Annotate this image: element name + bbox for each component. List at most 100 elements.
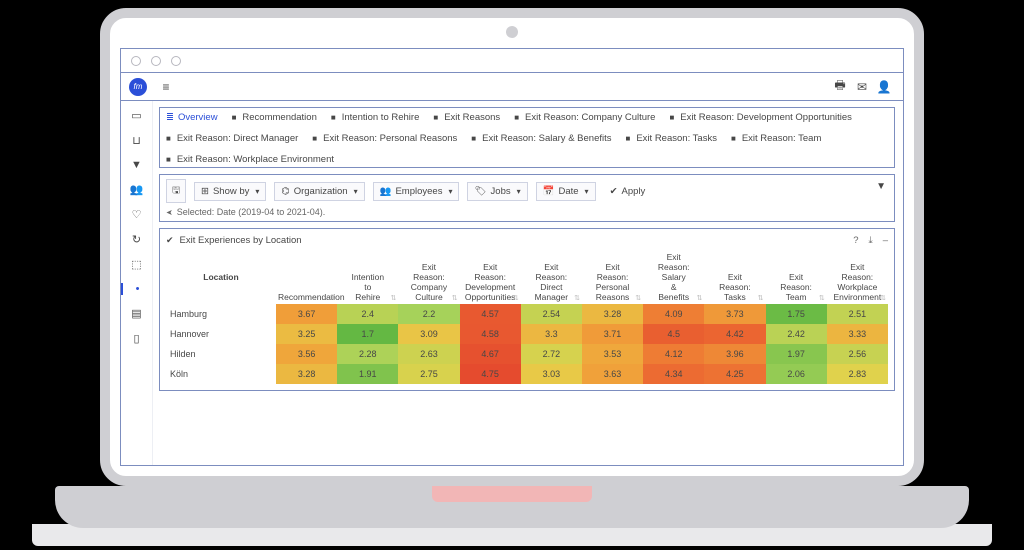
column-header[interactable]: ExitReason:DevelopmentOpportunities	[460, 250, 521, 304]
heat-cell: 4.42	[704, 324, 765, 344]
hamburger-icon[interactable]: ≡	[155, 80, 177, 94]
sidebar-item-1[interactable]: ⊔	[132, 134, 141, 147]
employees-dropdown[interactable]: 👥Employees	[373, 182, 460, 201]
app-window: fm ≡ 🖶 ✉ 👤 ▭ ⊔ ▼ 👥 ♡ ↻ ⬚ • ▤ ▯ Overview Recommenda…	[120, 48, 904, 466]
heat-cell: 4.25	[704, 364, 765, 384]
tab-exit-reasons[interactable]: Exit Reasons	[433, 112, 500, 123]
show-by-dropdown[interactable]: ⊞Show by	[194, 182, 266, 201]
folder-icon	[514, 112, 521, 123]
collapse-icon[interactable]: –	[883, 235, 888, 246]
tab-label: Exit Reason: Tasks	[636, 133, 717, 144]
window-close-dot[interactable]	[131, 56, 141, 66]
sidebar: ▭ ⊔ ▼ 👥 ♡ ↻ ⬚ • ▤ ▯	[121, 101, 153, 465]
folder-icon	[731, 133, 738, 144]
brand-logo[interactable]: fm	[129, 78, 147, 96]
sidebar-item-4[interactable]: ♡	[132, 208, 142, 221]
sidebar-item-2[interactable]: ▼	[131, 159, 142, 171]
table-row: Hannover3.251.73.094.583.33.714.54.422.4…	[166, 324, 888, 344]
heat-cell: 4.12	[643, 344, 704, 364]
column-header[interactable]: ExitReason:Salary&Benefits	[643, 250, 704, 304]
tab-label: Exit Reason: Development Opportunities	[680, 112, 852, 123]
folder-icon	[626, 133, 633, 144]
heat-cell: 1.91	[337, 364, 398, 384]
heatmap-table: LocationRecommendationIntentiontoRehireE…	[166, 250, 888, 384]
funnel-icon[interactable]: ▼	[876, 181, 886, 192]
sidebar-item-5[interactable]: ↻	[132, 233, 141, 246]
tab-label: Exit Reasons	[444, 112, 500, 123]
tab-exit-reason-company-culture[interactable]: Exit Reason: Company Culture	[514, 112, 655, 123]
tab-exit-reason-team[interactable]: Exit Reason: Team	[731, 133, 821, 144]
column-header[interactable]: ExitReason:WorkplaceEnvironment	[827, 250, 888, 304]
heat-cell: 4.57	[460, 304, 521, 324]
table-row: Hamburg3.672.42.24.572.543.284.093.731.7…	[166, 304, 888, 324]
tab-exit-reason-personal-reasons[interactable]: Exit Reason: Personal Reasons	[312, 133, 457, 144]
laptop-screen: fm ≡ 🖶 ✉ 👤 ▭ ⊔ ▼ 👥 ♡ ↻ ⬚ • ▤ ▯ Overview Recommenda…	[100, 8, 924, 486]
overview-icon	[166, 112, 174, 123]
tab-exit-reason-salary-benefits[interactable]: Exit Reason: Salary & Benefits	[471, 133, 611, 144]
column-header[interactable]: ExitReason:DirectManager	[521, 250, 582, 304]
location-cell: Hamburg	[166, 304, 276, 324]
organization-dropdown[interactable]: ⌬Organization	[274, 182, 364, 201]
sidebar-item-3[interactable]: 👥	[130, 183, 144, 196]
jobs-dropdown[interactable]: 🏷Jobs	[467, 182, 527, 201]
heat-cell: 4.34	[643, 364, 704, 384]
mail-icon[interactable]: ✉	[851, 80, 873, 94]
heat-cell: 4.67	[460, 344, 521, 364]
heatmap-panel: Exit Experiences by Location ? ⤓ – Locat…	[159, 228, 895, 391]
user-icon[interactable]: 👤	[873, 80, 895, 94]
selected-filters-text: Selected: Date (2019-04 to 2021-04).	[166, 207, 888, 217]
folder-icon	[166, 154, 173, 165]
column-header[interactable]: ExitReason:Team	[766, 250, 827, 304]
heat-cell: 4.58	[460, 324, 521, 344]
save-filter-button[interactable]: 🖫	[166, 179, 186, 203]
folder-icon	[471, 133, 478, 144]
folder-icon	[232, 112, 239, 123]
heat-cell: 3.73	[704, 304, 765, 324]
tab-exit-reason-tasks[interactable]: Exit Reason: Tasks	[626, 133, 717, 144]
tab-recommendation[interactable]: Recommendation	[232, 112, 317, 123]
column-header[interactable]: IntentiontoRehire	[337, 250, 398, 304]
sidebar-item-9[interactable]: ▯	[133, 332, 139, 345]
tab-intention-to-rehire[interactable]: Intention to Rehire	[331, 112, 419, 123]
date-dropdown[interactable]: 📅Date	[536, 182, 596, 201]
print-icon[interactable]: 🖶	[829, 76, 851, 97]
sidebar-item-6[interactable]: ⬚	[131, 258, 141, 271]
location-cell: Hilden	[166, 344, 276, 364]
heat-cell: 1.97	[766, 344, 827, 364]
tab-exit-reason-development-opportunities[interactable]: Exit Reason: Development Opportunities	[669, 112, 851, 123]
panel-check-icon	[166, 235, 174, 246]
heat-cell: 3.3	[521, 324, 582, 344]
tab-label: Exit Reason: Personal Reasons	[323, 133, 457, 144]
tab-exit-reason-workplace-environment[interactable]: Exit Reason: Workplace Environment	[166, 154, 334, 165]
tab-label: Exit Reason: Company Culture	[525, 112, 655, 123]
heat-cell: 1.7	[337, 324, 398, 344]
column-header[interactable]: ExitReason:PersonalReasons	[582, 250, 643, 304]
heat-cell: 3.03	[521, 364, 582, 384]
heat-cell: 3.67	[276, 304, 337, 324]
apply-button[interactable]: ✔Apply	[604, 183, 652, 200]
tab-overview[interactable]: Overview	[166, 112, 218, 123]
heat-cell: 1.75	[766, 304, 827, 324]
heat-cell: 2.06	[766, 364, 827, 384]
window-max-dot[interactable]	[171, 56, 181, 66]
heat-cell: 3.28	[276, 364, 337, 384]
sidebar-item-8[interactable]: ▤	[131, 307, 141, 320]
column-header[interactable]: ExitReason:Tasks	[704, 250, 765, 304]
column-header[interactable]: ExitReason:CompanyCulture	[398, 250, 459, 304]
heat-cell: 3.53	[582, 344, 643, 364]
download-icon[interactable]: ⤓	[869, 235, 873, 246]
sidebar-item-7[interactable]: •	[121, 283, 152, 295]
window-min-dot[interactable]	[151, 56, 161, 66]
heat-cell: 2.83	[827, 364, 888, 384]
tab-label: Exit Reason: Team	[742, 133, 822, 144]
tab-label: Exit Reason: Salary & Benefits	[482, 133, 611, 144]
heat-cell: 4.75	[460, 364, 521, 384]
heat-cell: 2.72	[521, 344, 582, 364]
tab-exit-reason-direct-manager[interactable]: Exit Reason: Direct Manager	[166, 133, 298, 144]
column-header[interactable]: Location	[166, 250, 276, 304]
column-header[interactable]: Recommendation	[276, 250, 337, 304]
heat-cell: 3.09	[398, 324, 459, 344]
help-icon[interactable]: ?	[853, 235, 858, 246]
heat-cell: 2.75	[398, 364, 459, 384]
sidebar-item-0[interactable]: ▭	[131, 109, 141, 122]
